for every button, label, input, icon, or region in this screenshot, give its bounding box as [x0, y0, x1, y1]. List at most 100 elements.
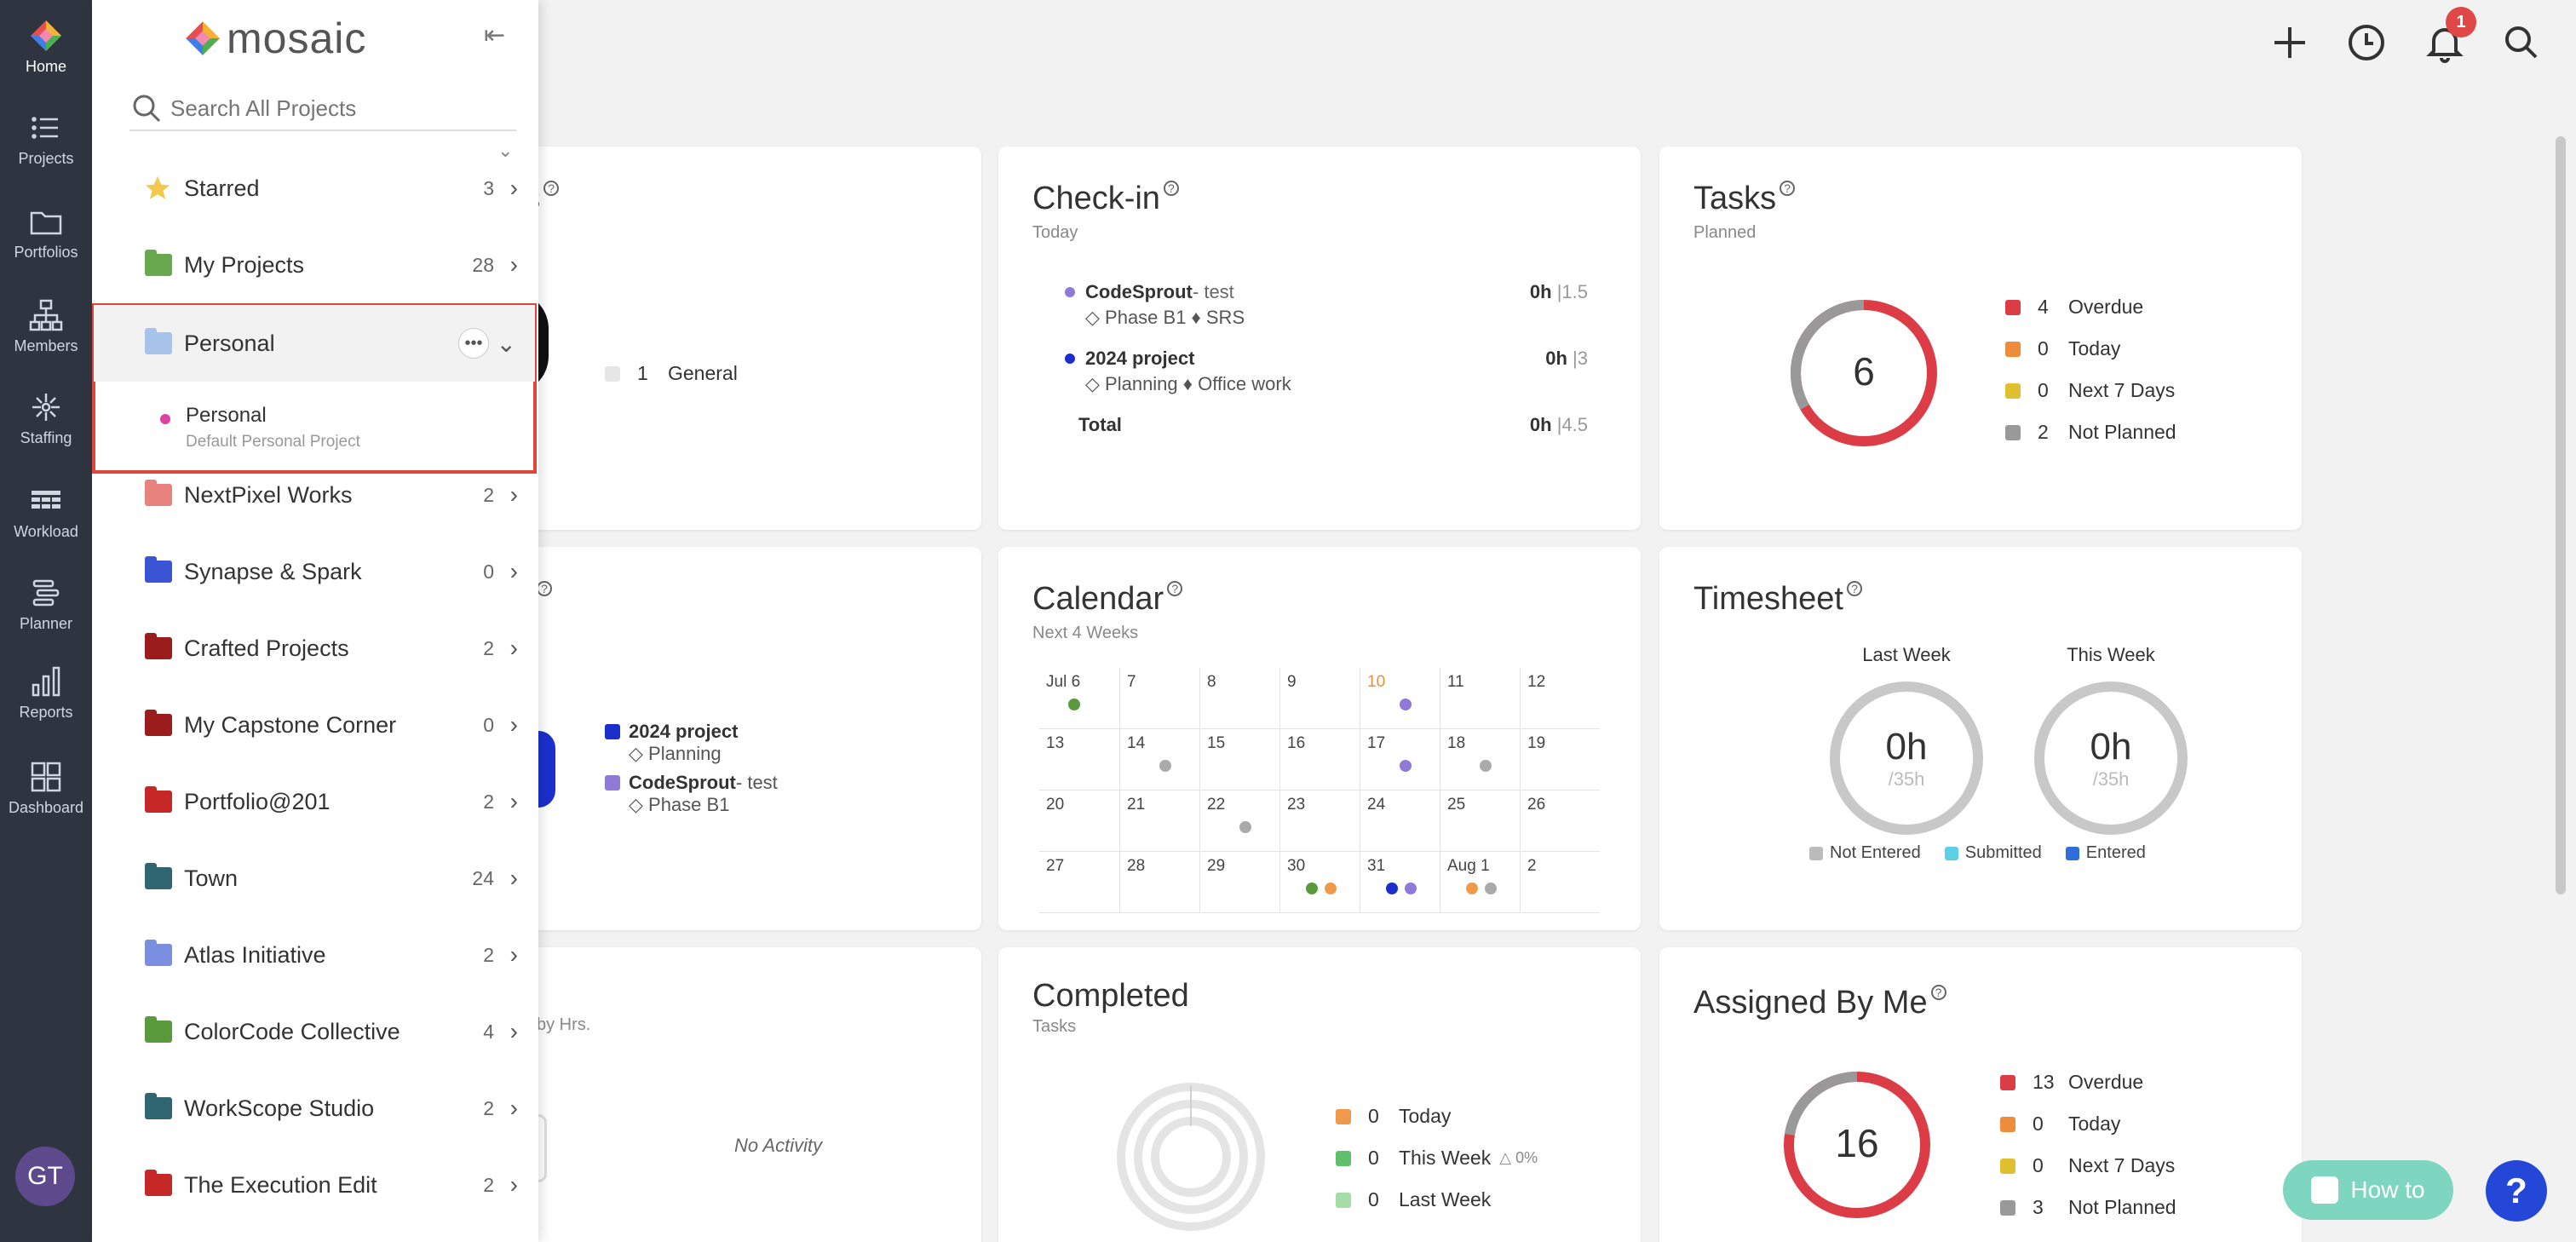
search-input[interactable]	[170, 95, 503, 122]
project-row-my-capstone-corner[interactable]: My Capstone Corner 0 ›	[92, 687, 538, 763]
calendar-event-dot[interactable]	[1386, 883, 1398, 894]
nav-projects[interactable]: Projects	[0, 111, 92, 168]
card-completed[interactable]: Completed Tasks 0 Today 0 This Week △ 0% 0L…	[998, 947, 1641, 1242]
help-button[interactable]: ?	[2486, 1160, 2547, 1222]
card-assigned-by-me[interactable]: Assigned By Me? 16 13 Overdue 0 Today 0 Nex…	[1659, 947, 2302, 1242]
calendar-day[interactable]: 15	[1199, 729, 1279, 791]
calendar-event-dot[interactable]	[1325, 883, 1337, 894]
calendar-day[interactable]: 30	[1279, 852, 1360, 913]
calendar-day[interactable]: 29	[1199, 852, 1279, 913]
calendar-day[interactable]: Aug 1	[1440, 852, 1520, 913]
calendar-day[interactable]: 16	[1279, 729, 1360, 791]
calendar-day[interactable]: 8	[1199, 668, 1279, 729]
legend-row[interactable]: 0 Next 7 Days	[2000, 1145, 2176, 1187]
nav-workload[interactable]: Workload	[0, 484, 92, 541]
calendar-day[interactable]: 14	[1119, 729, 1199, 791]
legend-row[interactable]: 13 Overdue	[2000, 1061, 2176, 1103]
chevron-right-icon[interactable]: ›	[510, 175, 518, 202]
chevron-right-icon[interactable]: ›	[510, 635, 518, 662]
calendar-day[interactable]: 7	[1119, 668, 1199, 729]
nav-staffing[interactable]: Staffing	[0, 390, 92, 447]
chevron-right-icon[interactable]: ›	[510, 558, 518, 585]
chevron-right-icon[interactable]: ›	[510, 941, 518, 969]
checkin-row[interactable]: CodeSprout - test 0h |1.5 ◇ Phase B1 ♦ S…	[1065, 281, 1588, 329]
calendar-day[interactable]: 27	[1039, 852, 1119, 913]
calendar-event-dot[interactable]	[1400, 760, 1412, 772]
tasks-donut[interactable]: 6	[1787, 296, 1941, 450]
calendar-day[interactable]: 26	[1520, 791, 1600, 852]
nav-planner[interactable]: Planner	[0, 576, 92, 633]
card-checkin[interactable]: Check-in? Today CodeSprout - test 0h |1.…	[998, 147, 1641, 530]
calendar-event-dot[interactable]	[1405, 883, 1417, 894]
calendar-day[interactable]: 19	[1520, 729, 1600, 791]
calendar-day[interactable]: 10	[1360, 668, 1440, 729]
card-tasks[interactable]: Tasks? Planned 6 4 Overdue 0 Today 0 Next 7…	[1659, 147, 2302, 530]
page-scrollbar[interactable]	[2556, 136, 2566, 894]
chevron-right-icon[interactable]: ›	[510, 711, 518, 739]
calendar-day[interactable]: 13	[1039, 729, 1119, 791]
chevron-right-icon[interactable]: ›	[510, 1018, 518, 1045]
project-item-personal[interactable]: Personal Default Personal Project	[94, 382, 535, 470]
project-row-the-execution-edit[interactable]: The Execution Edit 2 ›	[92, 1147, 538, 1223]
chevron-down-icon[interactable]: ⌄	[497, 330, 516, 358]
calendar-day[interactable]: 24	[1360, 791, 1440, 852]
card-calendar[interactable]: Calendar? Next 4 Weeks Jul 6 7 8 9 10 11 12 13 1…	[998, 547, 1641, 930]
more-options-icon[interactable]: •••	[458, 328, 489, 359]
calendar-day[interactable]: 9	[1279, 668, 1360, 729]
timer-icon[interactable]	[2343, 19, 2390, 66]
nav-reports[interactable]: Reports	[0, 664, 92, 722]
project-row-colorcode-collective[interactable]: ColorCode Collective 4 ›	[92, 993, 538, 1070]
nav-home[interactable]: Home	[0, 19, 92, 76]
calendar-event-dot[interactable]	[1400, 699, 1412, 710]
calendar-day[interactable]: 11	[1440, 668, 1520, 729]
card-timesheet[interactable]: Timesheet? Last Week This Week 0h /35h 0…	[1659, 547, 2302, 930]
calendar-event-dot[interactable]	[1485, 883, 1497, 894]
this-week-ring[interactable]: 0h /35h	[2034, 681, 2188, 835]
chevron-right-icon[interactable]: ›	[510, 865, 518, 892]
how-to-button[interactable]: How to	[2283, 1160, 2453, 1220]
calendar-event-dot[interactable]	[1466, 883, 1478, 894]
legend-row[interactable]: 3 Not Planned	[2000, 1187, 2176, 1228]
chevron-right-icon[interactable]: ›	[510, 1171, 518, 1199]
calendar-event-dot[interactable]	[1159, 760, 1171, 772]
nav-dashboard[interactable]: Dashboard	[0, 760, 92, 817]
calendar-day[interactable]: 31	[1360, 852, 1440, 913]
calendar-event-dot[interactable]	[1239, 821, 1251, 833]
avatar[interactable]: GT	[15, 1147, 75, 1206]
calendar-day[interactable]: 22	[1199, 791, 1279, 852]
calendar-day[interactable]: 21	[1119, 791, 1199, 852]
calendar-day[interactable]: 28	[1119, 852, 1199, 913]
project-row-workscope-studio[interactable]: WorkScope Studio 2 ›	[92, 1070, 538, 1147]
chevron-right-icon[interactable]: ›	[510, 481, 518, 509]
calendar-event-dot[interactable]	[1480, 760, 1492, 772]
nav-members[interactable]: Members	[0, 298, 92, 355]
calendar-day[interactable]: 12	[1520, 668, 1600, 729]
checkin-row[interactable]: 2024 project 0h |3 ◇ Planning ♦ Office w…	[1065, 348, 1588, 395]
project-row-personal[interactable]: Personal ••• ⌄	[94, 305, 535, 382]
calendar-day[interactable]: 23	[1279, 791, 1360, 852]
add-icon[interactable]	[2266, 19, 2314, 66]
calendar-day[interactable]: 20	[1039, 791, 1119, 852]
assigned-donut[interactable]: 16	[1780, 1068, 1934, 1222]
legend-row[interactable]: 0 Next 7 Days	[2005, 370, 2176, 411]
legend-row[interactable]: 0 Last Week	[1336, 1179, 1538, 1221]
project-row-synapse-spark[interactable]: Synapse & Spark 0 ›	[92, 533, 538, 610]
chevron-right-icon[interactable]: ›	[510, 788, 518, 815]
project-row-starred[interactable]: Starred 3 ›	[92, 150, 538, 227]
calendar-day[interactable]: 18	[1440, 729, 1520, 791]
collapse-panel-icon[interactable]: ⇤	[484, 20, 505, 50]
project-row-town[interactable]: Town 24 ›	[92, 840, 538, 917]
project-row-portfolio-201[interactable]: Portfolio@201 2 ›	[92, 763, 538, 840]
calendar-day[interactable]: 17	[1360, 729, 1440, 791]
chevron-right-icon[interactable]: ›	[510, 251, 518, 279]
project-row-my-projects[interactable]: My Projects 28 ›	[92, 227, 538, 303]
project-row-crafted-projects[interactable]: Crafted Projects 2 ›	[92, 610, 538, 687]
last-week-ring[interactable]: 0h /35h	[1830, 681, 1983, 835]
legend-row[interactable]: 2 Not Planned	[2005, 411, 2176, 453]
calendar-event-dot[interactable]	[1068, 699, 1080, 710]
chevron-right-icon[interactable]: ›	[510, 1095, 518, 1122]
calendar-event-dot[interactable]	[1306, 883, 1318, 894]
nav-portfolios[interactable]: Portfolios	[0, 204, 92, 262]
project-row-atlas-initiative[interactable]: Atlas Initiative 2 ›	[92, 917, 538, 993]
calendar-day[interactable]: Jul 6	[1039, 668, 1119, 729]
